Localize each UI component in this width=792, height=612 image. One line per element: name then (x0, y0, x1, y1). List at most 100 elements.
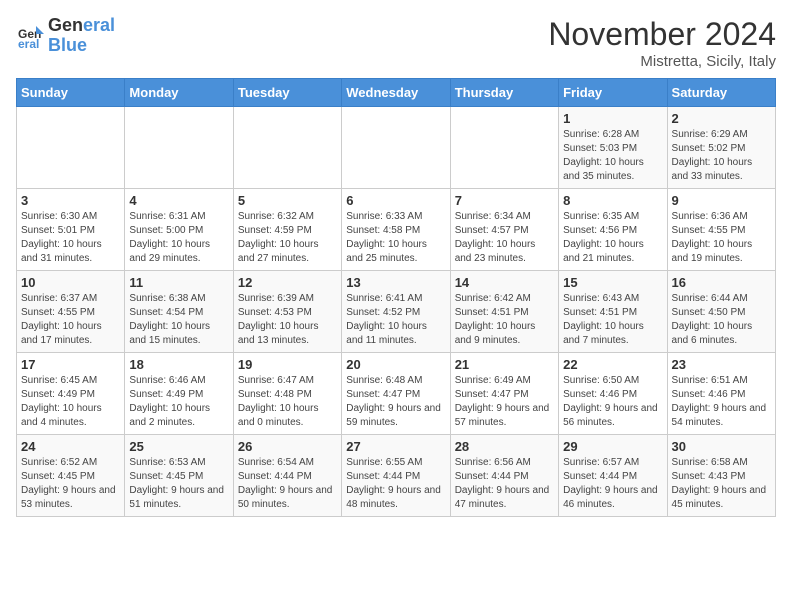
day-info: Sunrise: 6:54 AM Sunset: 4:44 PM Dayligh… (238, 456, 337, 512)
day-number: 10 (21, 275, 120, 290)
day-cell: 24Sunrise: 6:52 AM Sunset: 4:45 PM Dayli… (17, 435, 125, 517)
day-number: 13 (346, 275, 445, 290)
logo-icon: Gen eral (16, 22, 44, 50)
days-header-row: SundayMondayTuesdayWednesdayThursdayFrid… (17, 79, 776, 107)
day-number: 12 (238, 275, 337, 290)
day-info: Sunrise: 6:38 AM Sunset: 4:54 PM Dayligh… (129, 292, 228, 348)
day-number: 25 (129, 439, 228, 454)
day-number: 4 (129, 193, 228, 208)
day-info: Sunrise: 6:29 AM Sunset: 5:02 PM Dayligh… (672, 128, 771, 184)
day-number: 8 (563, 193, 662, 208)
week-row-3: 10 Sunrise: 6:37 AM Sunset: 4:55 PM Dayli… (17, 271, 776, 353)
day-info: Sunrise: 6:46 AM Sunset: 4:49 PM Dayligh… (129, 374, 228, 430)
week-row-5: 24Sunrise: 6:52 AM Sunset: 4:45 PM Dayli… (17, 435, 776, 517)
day-header-saturday: Saturday (667, 79, 775, 107)
day-info: Sunrise: 6:34 AM Sunset: 4:57 PM Dayligh… (455, 210, 554, 266)
day-number: 20 (346, 357, 445, 372)
day-number: 2 (672, 111, 771, 126)
day-number: 30 (672, 439, 771, 454)
day-info: Sunrise: 6:32 AM Sunset: 4:59 PM Dayligh… (238, 210, 337, 266)
day-info: Sunrise: 6:35 AM Sunset: 4:56 PM Dayligh… (563, 210, 662, 266)
day-info: Sunrise: 6:37 AM Sunset: 4:55 PM Dayligh… (21, 292, 120, 348)
day-cell: 28 Sunrise: 6:56 AM Sunset: 4:44 PM Dayli… (450, 435, 558, 517)
day-cell: 21 Sunrise: 6:49 AM Sunset: 4:47 PM Dayli… (450, 353, 558, 435)
day-header-thursday: Thursday (450, 79, 558, 107)
day-number: 19 (238, 357, 337, 372)
day-number: 11 (129, 275, 228, 290)
day-number: 9 (672, 193, 771, 208)
day-number: 28 (455, 439, 554, 454)
day-cell: 25 Sunrise: 6:53 AM Sunset: 4:45 PM Dayli… (125, 435, 233, 517)
day-cell: 16Sunrise: 6:44 AM Sunset: 4:50 PM Dayli… (667, 271, 775, 353)
day-number: 1 (563, 111, 662, 126)
day-cell: 18 Sunrise: 6:46 AM Sunset: 4:49 PM Dayli… (125, 353, 233, 435)
day-cell: 15 Sunrise: 6:43 AM Sunset: 4:51 PM Dayli… (559, 271, 667, 353)
day-number: 14 (455, 275, 554, 290)
day-cell: 12 Sunrise: 6:39 AM Sunset: 4:53 PM Dayli… (233, 271, 341, 353)
day-cell: 23 Sunrise: 6:51 AM Sunset: 4:46 PM Dayli… (667, 353, 775, 435)
day-cell: 5Sunrise: 6:32 AM Sunset: 4:59 PM Daylig… (233, 189, 341, 271)
day-header-wednesday: Wednesday (342, 79, 450, 107)
day-number: 22 (563, 357, 662, 372)
day-number: 16 (672, 275, 771, 290)
day-cell: 6 Sunrise: 6:33 AM Sunset: 4:58 PM Daylig… (342, 189, 450, 271)
day-header-friday: Friday (559, 79, 667, 107)
day-cell: 11 Sunrise: 6:38 AM Sunset: 4:54 PM Dayli… (125, 271, 233, 353)
day-cell: 13 Sunrise: 6:41 AM Sunset: 4:52 PM Dayli… (342, 271, 450, 353)
day-cell: 26Sunrise: 6:54 AM Sunset: 4:44 PM Dayli… (233, 435, 341, 517)
day-number: 15 (563, 275, 662, 290)
day-cell: 7 Sunrise: 6:34 AM Sunset: 4:57 PM Daylig… (450, 189, 558, 271)
day-info: Sunrise: 6:33 AM Sunset: 4:58 PM Dayligh… (346, 210, 445, 266)
day-info: Sunrise: 6:43 AM Sunset: 4:51 PM Dayligh… (563, 292, 662, 348)
day-cell: 4 Sunrise: 6:31 AM Sunset: 5:00 PM Daylig… (125, 189, 233, 271)
day-info: Sunrise: 6:55 AM Sunset: 4:44 PM Dayligh… (346, 456, 445, 512)
week-row-4: 17 Sunrise: 6:45 AM Sunset: 4:49 PM Dayli… (17, 353, 776, 435)
day-info: Sunrise: 6:42 AM Sunset: 4:51 PM Dayligh… (455, 292, 554, 348)
day-cell: 9 Sunrise: 6:36 AM Sunset: 4:55 PM Daylig… (667, 189, 775, 271)
day-cell: 2 Sunrise: 6:29 AM Sunset: 5:02 PM Daylig… (667, 107, 775, 189)
day-info: Sunrise: 6:57 AM Sunset: 4:44 PM Dayligh… (563, 456, 662, 512)
day-cell: 1 Sunrise: 6:28 AM Sunset: 5:03 PM Daylig… (559, 107, 667, 189)
day-number: 23 (672, 357, 771, 372)
day-cell: 22Sunrise: 6:50 AM Sunset: 4:46 PM Dayli… (559, 353, 667, 435)
day-cell: 14 Sunrise: 6:42 AM Sunset: 4:51 PM Dayli… (450, 271, 558, 353)
day-number: 21 (455, 357, 554, 372)
day-cell: 17 Sunrise: 6:45 AM Sunset: 4:49 PM Dayli… (17, 353, 125, 435)
location-subtitle: Mistretta, Sicily, Italy (548, 53, 776, 70)
day-cell: 3Sunrise: 6:30 AM Sunset: 5:01 PM Daylig… (17, 189, 125, 271)
day-info: Sunrise: 6:48 AM Sunset: 4:47 PM Dayligh… (346, 374, 445, 430)
day-info: Sunrise: 6:53 AM Sunset: 4:45 PM Dayligh… (129, 456, 228, 512)
day-info: Sunrise: 6:51 AM Sunset: 4:46 PM Dayligh… (672, 374, 771, 430)
logo: Gen eral General Blue (16, 16, 115, 56)
day-number: 7 (455, 193, 554, 208)
logo-line1: General (48, 16, 115, 36)
month-title: November 2024 (548, 16, 776, 53)
day-info: Sunrise: 6:39 AM Sunset: 4:53 PM Dayligh… (238, 292, 337, 348)
day-number: 18 (129, 357, 228, 372)
day-number: 24 (21, 439, 120, 454)
day-cell (125, 107, 233, 189)
day-info: Sunrise: 6:56 AM Sunset: 4:44 PM Dayligh… (455, 456, 554, 512)
day-number: 29 (563, 439, 662, 454)
day-header-monday: Monday (125, 79, 233, 107)
day-cell (450, 107, 558, 189)
day-info: Sunrise: 6:47 AM Sunset: 4:48 PM Dayligh… (238, 374, 337, 430)
day-header-tuesday: Tuesday (233, 79, 341, 107)
day-number: 17 (21, 357, 120, 372)
day-cell (342, 107, 450, 189)
day-cell: 10 Sunrise: 6:37 AM Sunset: 4:55 PM Dayli… (17, 271, 125, 353)
day-number: 6 (346, 193, 445, 208)
day-number: 27 (346, 439, 445, 454)
day-cell: 20 Sunrise: 6:48 AM Sunset: 4:47 PM Dayli… (342, 353, 450, 435)
header: Gen eral General Blue November 2024 Mist… (16, 16, 776, 70)
day-info: Sunrise: 6:31 AM Sunset: 5:00 PM Dayligh… (129, 210, 228, 266)
svg-text:eral: eral (18, 37, 39, 50)
day-info: Sunrise: 6:28 AM Sunset: 5:03 PM Dayligh… (563, 128, 662, 184)
day-info: Sunrise: 6:36 AM Sunset: 4:55 PM Dayligh… (672, 210, 771, 266)
day-info: Sunrise: 6:41 AM Sunset: 4:52 PM Dayligh… (346, 292, 445, 348)
day-cell (233, 107, 341, 189)
day-info: Sunrise: 6:49 AM Sunset: 4:47 PM Dayligh… (455, 374, 554, 430)
day-cell: 29 Sunrise: 6:57 AM Sunset: 4:44 PM Dayli… (559, 435, 667, 517)
day-info: Sunrise: 6:45 AM Sunset: 4:49 PM Dayligh… (21, 374, 120, 430)
logo-line2: Blue (48, 36, 115, 56)
